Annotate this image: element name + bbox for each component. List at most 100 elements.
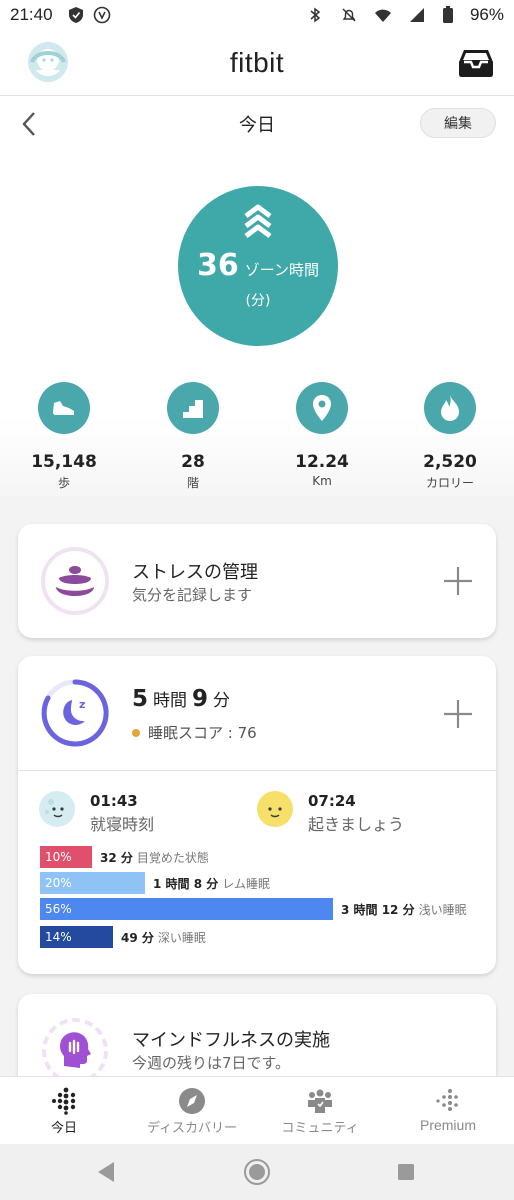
sleep-stage-bar: 14% <box>40 926 113 948</box>
moon-face-icon <box>39 791 75 827</box>
sleep-stage-bar: 20% <box>40 872 145 894</box>
stairs-icon <box>183 400 203 418</box>
sleep-stage-duration: 1 時間 8 分 <box>153 876 219 891</box>
bottom-navigation: 今日 ディスカバリー コミュニティ Premium <box>0 1076 514 1144</box>
distance-badge <box>296 382 348 434</box>
avatar-icon[interactable] <box>26 40 70 84</box>
compass-icon <box>179 1088 205 1114</box>
sleep-stage-name: 目覚めた状態 <box>136 850 209 865</box>
distance-value: 12.24 <box>295 452 349 472</box>
shield-icon <box>68 7 83 23</box>
stat-calories[interactable]: 2,520 カロリー <box>390 382 510 491</box>
sleep-stage-duration: 49 分 <box>121 930 154 945</box>
sleep-stage-name: 浅い睡眠 <box>418 902 467 917</box>
edit-button[interactable]: 編集 <box>420 108 496 138</box>
active-zone-minutes-circle[interactable]: 36 ゾーン時間 (分) <box>178 186 338 346</box>
steps-badge <box>38 382 90 434</box>
mindfulness-title: マインドフルネスの実施 <box>132 1030 330 1051</box>
sleep-stage-row[interactable]: 56% 3 時間 12 分浅い睡眠 <box>40 898 480 920</box>
sleep-score: 睡眠スコア : 76 <box>132 722 257 743</box>
zone-value-row: 36 ゾーン時間 <box>178 248 338 283</box>
stress-title: ストレスの管理 <box>132 562 258 583</box>
sleep-hours-unit: 時間 <box>153 691 188 711</box>
steps-value: 15,148 <box>31 452 97 472</box>
inbox-icon[interactable] <box>458 46 494 78</box>
wake-label: 起きましょう <box>308 815 405 834</box>
sleep-score-dot <box>132 728 140 737</box>
sleep-hours: 5 <box>132 686 149 712</box>
floors-badge <box>167 382 219 434</box>
sleep-stage-duration: 32 分 <box>100 850 133 865</box>
page-title: 今日 <box>239 115 275 136</box>
zone-minutes-value: 36 <box>196 248 239 283</box>
sleep-stage-bar: 10% <box>40 846 92 868</box>
stress-subtitle: 気分を記録します <box>132 586 253 604</box>
tab-today[interactable]: 今日 <box>0 1077 128 1145</box>
today-summary: 今日 編集 36 ゾーン時間 (分) 15,148 歩 28 階 12.24 K… <box>0 96 514 496</box>
system-home-icon[interactable] <box>243 1158 271 1186</box>
sleep-ring-icon: z <box>41 679 109 747</box>
sun-face-icon <box>257 791 293 827</box>
app-header: fitbit <box>0 30 514 96</box>
system-recents-icon[interactable] <box>392 1158 420 1186</box>
stats-row: 15,148 歩 28 階 12.24 Km 2,520 カロリー <box>0 382 514 492</box>
sleep-minutes-unit: 分 <box>213 691 231 711</box>
add-stress-plus-icon[interactable] <box>442 565 474 597</box>
bluetooth-icon <box>310 7 321 23</box>
sleep-stage-name: 深い睡眠 <box>157 930 206 945</box>
calories-label: カロリー <box>425 476 474 490</box>
floors-label: 階 <box>186 476 199 490</box>
sleep-stage-row[interactable]: 20% 1 時間 8 分レム睡眠 <box>40 872 480 894</box>
sleep-stage-row[interactable]: 10% 32 分目覚めた状態 <box>40 846 480 868</box>
page-nav: 今日 編集 <box>0 96 514 152</box>
system-navigation-bar <box>0 1144 514 1200</box>
tab-community[interactable]: コミュニティ <box>256 1077 384 1145</box>
distance-label: Km <box>312 474 332 488</box>
fitbit-logo: fitbit <box>229 46 285 78</box>
zone-minutes-unit: (分) <box>245 293 271 309</box>
sleep-minutes: 9 <box>192 686 209 712</box>
add-sleep-plus-icon[interactable] <box>442 698 474 730</box>
system-back-icon[interactable] <box>92 1158 120 1186</box>
wake-time: 07:24 <box>308 792 356 810</box>
stat-steps[interactable]: 15,148 歩 <box>4 382 124 491</box>
mindfulness-subtitle: 今週の残りは7日です。 <box>132 1054 291 1072</box>
battery-percent: 96% <box>469 5 504 24</box>
sleep-stage-bar: 56% <box>40 898 333 920</box>
tab-premium-label: Premium <box>419 1117 476 1133</box>
wifi-icon <box>374 9 391 22</box>
sleep-score-label: 睡眠スコア : 76 <box>148 724 257 742</box>
status-time: 21:40 <box>10 5 53 24</box>
bedtime-label: 就寝時刻 <box>90 815 155 834</box>
tab-discovery-label: ディスカバリー <box>146 1121 238 1136</box>
location-pin-icon <box>313 395 331 421</box>
status-bar: 21:40 96% <box>0 0 514 30</box>
sleep-stage-row[interactable]: 14% 49 分深い睡眠 <box>40 926 480 948</box>
calories-badge <box>424 382 476 434</box>
sleep-duration: 5 時間 9 分 <box>132 686 230 712</box>
tab-premium[interactable]: Premium <box>384 1077 512 1145</box>
bedtime-time: 01:43 <box>90 792 138 810</box>
stat-floors[interactable]: 28 階 <box>133 382 253 491</box>
fitbit-dots-icon <box>52 1087 76 1115</box>
tab-community-label: コミュニティ <box>281 1121 359 1136</box>
steps-label: 歩 <box>57 476 70 490</box>
back-arrow-icon[interactable] <box>18 110 40 138</box>
sleep-stage-name: レム睡眠 <box>222 876 270 891</box>
signal-icon <box>409 8 424 22</box>
stat-distance[interactable]: 12.24 Km <box>262 382 382 488</box>
tab-discovery[interactable]: ディスカバリー <box>128 1077 256 1145</box>
stress-management-card[interactable]: ストレスの管理 気分を記録します <box>18 524 496 638</box>
vpn-icon <box>93 6 110 24</box>
stress-ring-icon <box>41 547 109 615</box>
sleep-divider <box>18 770 496 771</box>
zone-minutes-label: ゾーン時間 <box>244 261 319 279</box>
calories-value: 2,520 <box>423 452 477 472</box>
bell-off-icon <box>342 8 356 22</box>
community-icon <box>308 1089 332 1113</box>
zone-chevrons-icon <box>244 204 272 238</box>
sleep-card[interactable]: z 5 時間 9 分 睡眠スコア : 76 01:43 就寝時刻 07:24 起… <box>18 656 496 974</box>
flame-icon <box>441 395 459 421</box>
svg-text:z: z <box>79 698 85 711</box>
sleep-stage-duration: 3 時間 12 分 <box>341 902 415 917</box>
